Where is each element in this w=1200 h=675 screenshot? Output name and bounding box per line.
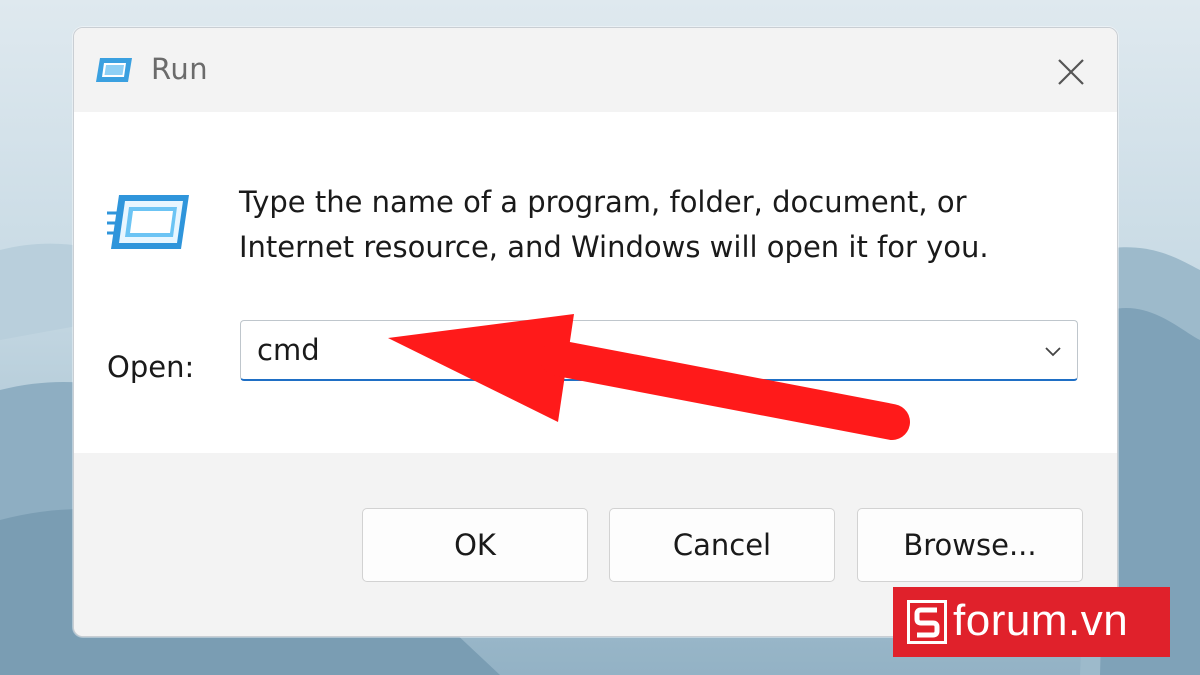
- ok-button[interactable]: OK: [362, 508, 588, 582]
- close-icon[interactable]: [1049, 50, 1093, 94]
- window-title: Run: [151, 52, 209, 86]
- browse-button[interactable]: Browse...: [857, 508, 1083, 582]
- red-arrow-annotation: [388, 314, 910, 440]
- cancel-button[interactable]: Cancel: [609, 508, 835, 582]
- sforum-logo-icon: [907, 600, 947, 644]
- open-label: Open:: [107, 350, 195, 384]
- dialog-description: Type the name of a program, folder, docu…: [239, 185, 989, 264]
- watermark-text: forum.vn: [953, 596, 1129, 645]
- run-app-icon: [96, 58, 132, 82]
- sforum-watermark: forum.vn: [893, 587, 1170, 657]
- run-app-icon: [107, 195, 189, 249]
- title-bar[interactable]: Run: [74, 28, 1117, 112]
- open-input[interactable]: cmd: [257, 333, 320, 367]
- chevron-down-icon[interactable]: [1043, 341, 1063, 361]
